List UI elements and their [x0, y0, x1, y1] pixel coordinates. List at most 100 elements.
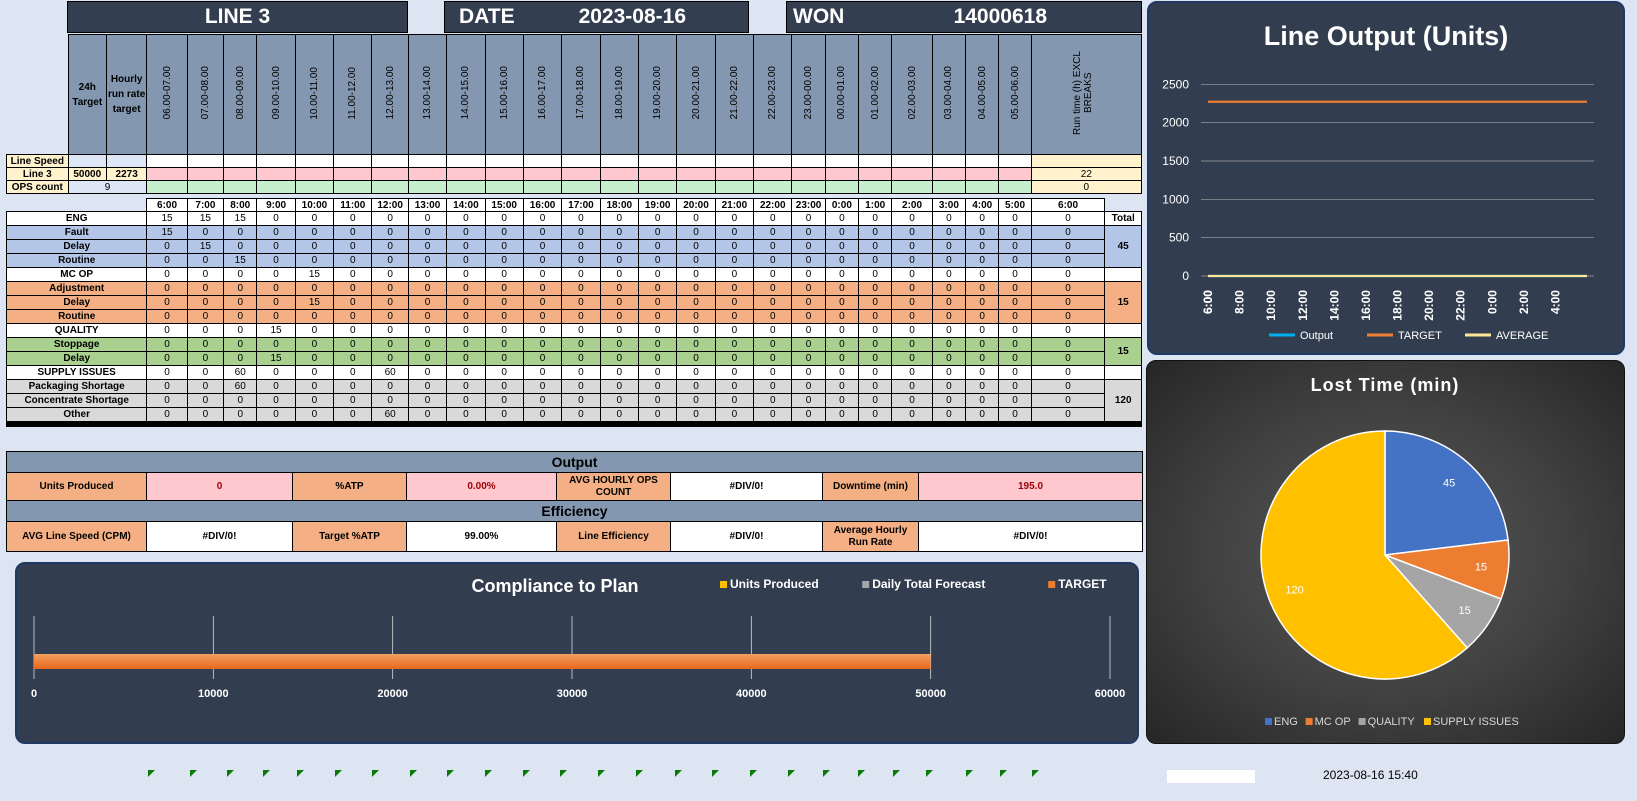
loss-cell[interactable]: 0 [484, 323, 524, 338]
loss-cell[interactable]: 0 [753, 239, 793, 254]
output-cell[interactable] [333, 167, 373, 181]
loss-cell[interactable]: 0 [891, 267, 933, 282]
loss-cell[interactable]: 15 [223, 211, 258, 226]
loss-cell[interactable]: 0 [333, 309, 373, 324]
loss-cell[interactable]: 0 [561, 323, 601, 338]
loss-cell[interactable]: 0 [294, 281, 335, 296]
loss-cell[interactable]: 0 [714, 309, 755, 324]
loss-cell[interactable]: 0 [186, 253, 225, 268]
output-cell[interactable] [714, 167, 755, 181]
loss-cell[interactable]: 0 [333, 365, 373, 380]
loss-cell[interactable]: 0 [965, 295, 1000, 310]
loss-cell[interactable]: 0 [714, 365, 755, 380]
loss-cell[interactable]: 0 [824, 393, 860, 408]
loss-cell[interactable]: 0 [223, 239, 258, 254]
loss-cell[interactable]: 0 [186, 351, 225, 366]
loss-cell[interactable]: 0 [186, 281, 225, 296]
loss-cell[interactable]: 0 [931, 323, 967, 338]
loss-cell[interactable]: 0 [965, 225, 1000, 240]
loss-cell[interactable]: 0 [676, 281, 716, 296]
loss-cell[interactable]: 0 [791, 309, 826, 324]
loss-cell[interactable]: 0 [858, 393, 893, 408]
loss-cell[interactable]: 0 [333, 379, 373, 394]
loss-cell[interactable]: 0 [998, 239, 1032, 254]
loss-cell[interactable]: 0 [858, 365, 893, 380]
line-efficiency-value[interactable]: #DIV/0! [670, 521, 823, 552]
loss-cell[interactable]: 0 [446, 407, 486, 422]
loss-cell[interactable]: 0 [561, 225, 601, 240]
loss-cell[interactable]: 0 [333, 225, 373, 240]
output-cell[interactable] [561, 167, 601, 181]
loss-cell[interactable]: 0 [1030, 393, 1106, 408]
loss-cell[interactable]: 0 [146, 323, 188, 338]
loss-cell[interactable]: 0 [484, 225, 524, 240]
loss-cell[interactable]: 0 [146, 309, 188, 324]
input-cell[interactable] [67, 154, 107, 168]
loss-cell[interactable]: 0 [446, 295, 486, 310]
loss-cell[interactable]: 0 [824, 351, 860, 366]
loss-cell[interactable]: 0 [637, 253, 678, 268]
loss-cell[interactable]: 0 [294, 365, 335, 380]
loss-cell[interactable]: 0 [446, 225, 486, 240]
loss-cell[interactable]: 0 [824, 281, 860, 296]
loss-cell[interactable]: 0 [791, 267, 826, 282]
loss-cell[interactable]: 0 [824, 253, 860, 268]
loss-cell[interactable]: 0 [714, 337, 755, 352]
loss-cell[interactable]: 0 [146, 407, 188, 422]
loss-cell[interactable]: 0 [446, 337, 486, 352]
ops-cell[interactable] [446, 180, 486, 194]
loss-cell[interactable]: 0 [371, 239, 409, 254]
loss-cell[interactable]: 0 [891, 225, 933, 240]
loss-cell[interactable]: 0 [407, 337, 448, 352]
loss-cell[interactable]: 0 [333, 211, 373, 226]
loss-cell[interactable]: 0 [561, 393, 601, 408]
ops-cell[interactable] [599, 180, 639, 194]
output-cell[interactable] [891, 167, 933, 181]
loss-cell[interactable]: 0 [484, 253, 524, 268]
loss-cell[interactable]: 0 [753, 211, 793, 226]
loss-cell[interactable]: 0 [714, 351, 755, 366]
loss-cell[interactable]: 0 [446, 379, 486, 394]
loss-cell[interactable]: 0 [146, 379, 188, 394]
loss-cell[interactable]: 0 [561, 309, 601, 324]
avg-run-rate-value[interactable]: #DIV/0! [918, 521, 1143, 552]
ops-runtime[interactable]: 0 [1030, 180, 1143, 194]
loss-cell[interactable]: 0 [333, 337, 373, 352]
output-cell[interactable] [407, 167, 448, 181]
loss-cell[interactable]: 0 [858, 239, 893, 254]
loss-cell[interactable]: 0 [858, 337, 893, 352]
avg-line-speed-value[interactable]: #DIV/0! [146, 521, 293, 552]
loss-cell[interactable]: 0 [186, 295, 225, 310]
loss-cell[interactable]: 0 [891, 295, 933, 310]
loss-cell[interactable]: 0 [333, 393, 373, 408]
loss-cell[interactable]: 0 [998, 211, 1032, 226]
loss-cell[interactable]: 0 [931, 239, 967, 254]
loss-cell[interactable]: 0 [931, 295, 967, 310]
loss-cell[interactable]: 0 [599, 337, 639, 352]
loss-cell[interactable]: 0 [637, 337, 678, 352]
loss-cell[interactable]: 60 [371, 407, 409, 422]
loss-cell[interactable]: 0 [753, 379, 793, 394]
loss-cell[interactable]: 0 [1030, 407, 1106, 422]
loss-cell[interactable]: 0 [998, 295, 1032, 310]
loss-cell[interactable]: 0 [599, 351, 639, 366]
loss-cell[interactable]: 0 [446, 281, 486, 296]
loss-cell[interactable]: 0 [599, 253, 639, 268]
loss-cell[interactable]: 0 [561, 211, 601, 226]
loss-cell[interactable]: 0 [753, 253, 793, 268]
loss-cell[interactable]: 0 [371, 393, 409, 408]
loss-cell[interactable]: 0 [676, 239, 716, 254]
speed-cell[interactable] [791, 154, 826, 168]
loss-cell[interactable]: 0 [965, 323, 1000, 338]
downtime-value[interactable]: 195.0 [918, 472, 1143, 501]
loss-cell[interactable]: 0 [676, 309, 716, 324]
loss-cell[interactable]: 0 [891, 337, 933, 352]
loss-cell[interactable]: 15 [186, 239, 225, 254]
loss-cell[interactable]: 0 [676, 295, 716, 310]
runtime-cell[interactable] [1030, 154, 1143, 168]
loss-cell[interactable]: 0 [223, 407, 258, 422]
loss-cell[interactable]: 0 [371, 225, 409, 240]
loss-cell[interactable]: 0 [931, 393, 967, 408]
loss-cell[interactable]: 0 [256, 253, 296, 268]
loss-cell[interactable]: 0 [753, 337, 793, 352]
